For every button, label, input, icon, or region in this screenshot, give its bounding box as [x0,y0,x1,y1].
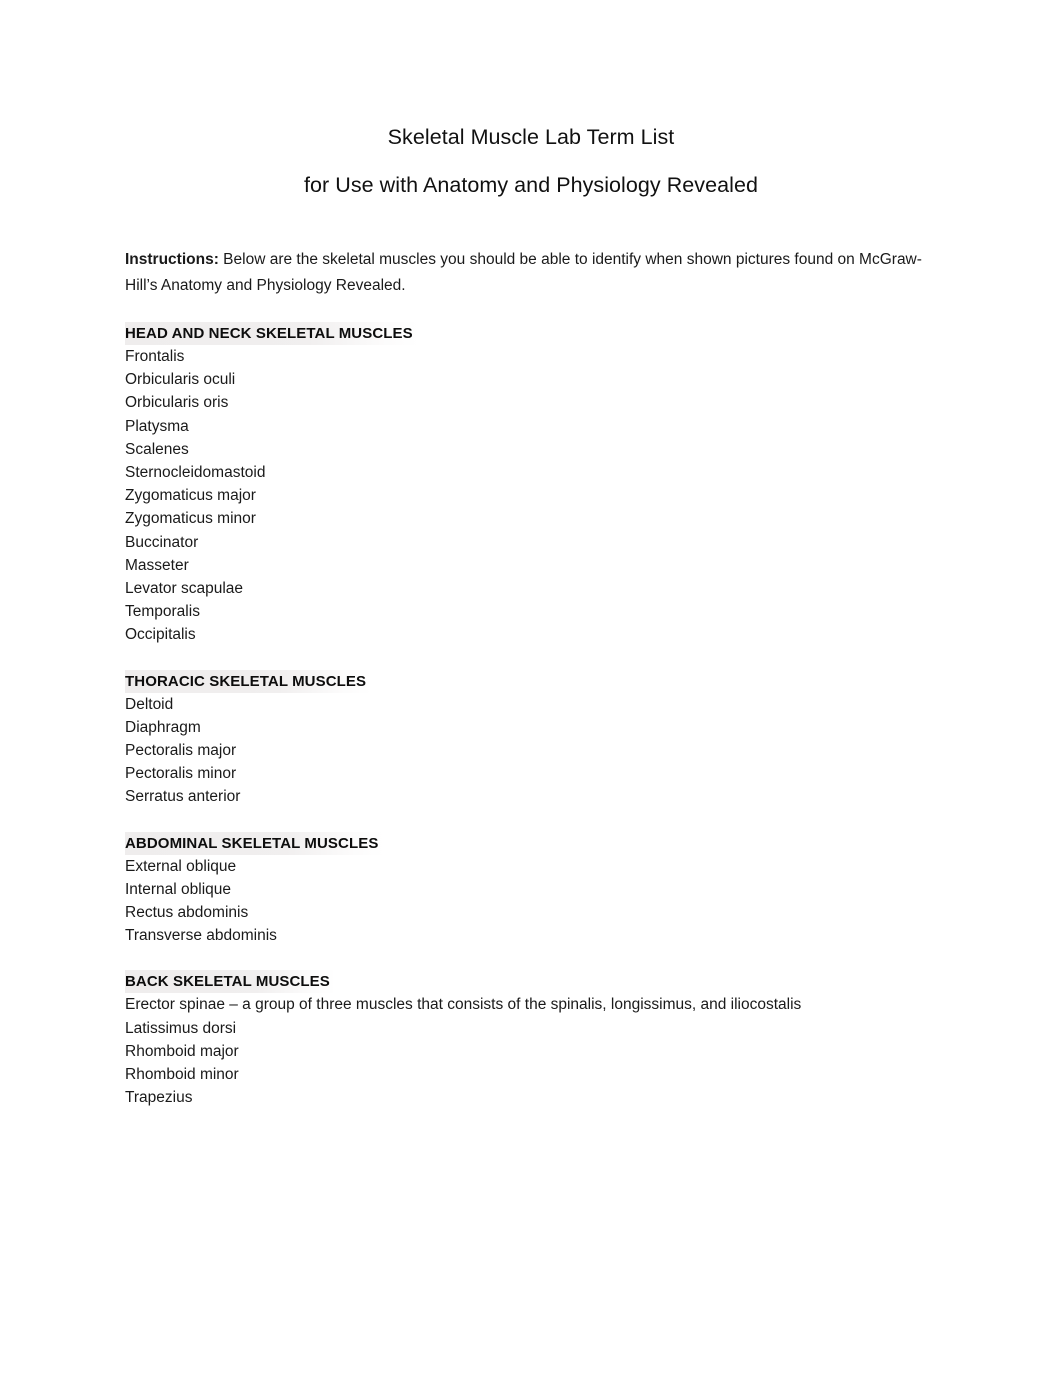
muscle-section: BACK SKELETAL MUSCLES Erector spinae – a … [125,970,937,1109]
list-item: Orbicularis oris [125,394,229,412]
page-title-line-1: Skeletal Muscle Lab Term List [387,125,675,149]
page-title-line-2: for Use with Anatomy and Physiology Reve… [304,173,758,197]
list-item: Pectoralis minor [125,765,237,783]
list-item: Rectus abdominis [125,904,249,922]
document-page: Skeletal Muscle Lab Term List for Use wi… [0,0,1062,1377]
sections-container: HEAD AND NECK SKELETAL MUSCLES Frontalis O… [125,322,937,1109]
list-item: Masseter [125,556,189,574]
section-heading: BACK SKELETAL MUSCLES [125,970,336,994]
muscle-section: ABDOMINAL SKELETAL MUSCLES External obliq… [125,831,937,948]
document-title-block: Skeletal Muscle Lab Term List for Use wi… [0,0,1062,209]
list-item: Platysma [125,417,189,435]
list-item: Serratus anterior [125,788,241,806]
instructions-text: Below are the skeletal muscles you shoul… [125,251,922,294]
term-list: Frontalis Orbicularis oculi Orbicularis or… [125,345,937,647]
list-item: Zygomaticus major [125,487,256,505]
instructions-label: Instructions: [125,251,219,268]
list-item: Diaphragm [125,718,201,736]
list-item: Rhomboid minor [125,1066,239,1084]
term-list: Deltoid Diaphragm Pectoralis major Pectoral… [125,693,937,809]
document-body: Instructions: Below are the skeletal mus… [125,247,937,1109]
list-item: Zygomaticus minor [125,510,256,528]
list-item: Levator scapulae [125,580,244,598]
list-item: Temporalis [125,603,200,621]
list-item: Deltoid [125,695,174,713]
list-item: Internal oblique [125,880,231,898]
list-item: Pectoralis major [125,742,237,760]
list-item: Transverse abdominis [125,927,277,945]
term-list: External oblique Internal oblique Rectus a… [125,855,937,948]
muscle-section: HEAD AND NECK SKELETAL MUSCLES Frontalis O… [125,322,937,647]
section-heading: HEAD AND NECK SKELETAL MUSCLES [125,322,419,345]
list-item: Frontalis [125,348,185,365]
list-item: Sternocleidomastoid [125,464,266,482]
list-item: Occipitalis [125,626,196,644]
list-item: Scalenes [125,440,189,458]
list-item: Erector spinae – a group of three muscle… [125,996,802,1014]
list-item: External oblique [125,857,237,875]
section-heading: THORACIC SKELETAL MUSCLES [125,669,373,693]
list-item: Trapezius [125,1089,193,1107]
muscle-section: THORACIC SKELETAL MUSCLES Deltoid Diaphrag… [125,669,937,809]
term-list: Erector spinae – a group of three muscle… [125,993,937,1109]
list-item: Buccinator [125,533,199,551]
section-heading: ABDOMINAL SKELETAL MUSCLES [125,831,385,855]
list-item: Latissimus dorsi [125,1019,237,1037]
instructions-paragraph: Instructions: Below are the skeletal mus… [125,247,925,298]
list-item: Orbicularis oculi [125,371,236,389]
list-item: Rhomboid major [125,1042,239,1060]
